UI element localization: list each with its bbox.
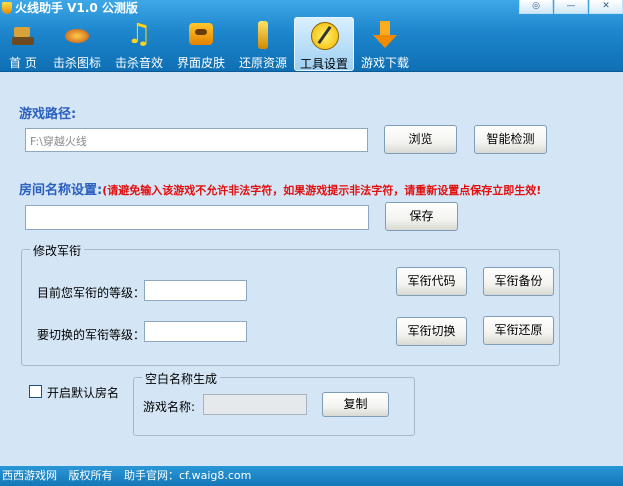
room-name-warning: (请避免输入该游戏不允许非法字符，如果游戏提示非法字符，请重新设置点保存立即生效… [102,184,542,197]
current-rank-label: 目前您军衔的等级： [37,286,146,300]
room-name-title: 房间名称设置:(请避免输入该游戏不允许非法字符，如果游戏提示非法字符，请重新设置… [19,179,541,198]
rank-code-button[interactable]: 军衔代码 [396,267,467,296]
rank-backup-button[interactable]: 军衔备份 [483,267,554,296]
game-path-title: 游戏路径: [19,107,77,122]
auto-detect-button[interactable]: 智能检测 [474,125,547,154]
close-button[interactable]: ✕ [589,0,623,14]
rank-switch-button[interactable]: 军衔切换 [396,317,467,346]
current-rank-input[interactable] [144,280,247,301]
nav-item-label: 首 页 [9,56,37,70]
switch-rank-label: 要切换的军衔等级： [37,328,146,342]
window-title: 火线助手 V1.0 公测版 [2,0,138,16]
skin-icon [186,19,216,51]
room-name-title-text: 房间名称设置: [19,183,103,198]
switch-rank-input[interactable] [144,321,247,342]
top-bar: 火线助手 V1.0 公测版 ◎ — ✕ 首 页 击杀图标 ♫ 击杀音效 界面皮肤… [0,0,623,72]
tool-settings-panel: 游戏路径: F:\穿越火线 浏览 智能检测 房间名称设置:(请避免输入该游戏不允… [0,72,623,466]
restore-icon [248,19,278,51]
nav-item-restore[interactable]: 还原资源 [232,17,294,71]
nav-item-kill-icon[interactable]: 击杀图标 [46,17,108,71]
window-controls: ◎ — ✕ [518,0,623,15]
nav-item-label: 工具设置 [299,57,348,71]
nav-item-label: 界面皮肤 [176,56,225,70]
status-site-name: 西西游戏网 [2,469,57,482]
rank-group: 修改军衔 目前您军衔的等级： 要切换的军衔等级： 军衔代码 军衔备份 军衔切换 … [21,242,560,366]
nav-item-home[interactable]: 首 页 [0,17,46,71]
default-room-checkbox[interactable] [29,385,42,398]
download-arrow-icon [370,19,400,51]
copy-button[interactable]: 复制 [322,392,389,417]
status-official-site[interactable]: 助手官网：cf.waig8.com [124,469,251,482]
nav-item-label: 还原资源 [238,56,287,70]
default-room-label: 开启默认房名 [47,386,120,400]
game-name-input[interactable] [203,394,307,415]
settings-window-button[interactable]: ◎ [519,0,553,14]
status-bar: 西西游戏网 版权所有 助手官网：cf.waig8.com [0,466,623,486]
nav-item-label: 游戏下载 [360,56,409,70]
main-nav: 首 页 击杀图标 ♫ 击杀音效 界面皮肤 还原资源 工具设置 游戏下载 [0,17,416,71]
blank-name-group: 空白名称生成 游戏名称: 复制 [133,370,415,436]
music-note-icon: ♫ [126,17,152,50]
save-button[interactable]: 保存 [385,202,458,231]
home-icon [8,19,38,51]
status-copyright: 版权所有 [68,469,113,482]
nav-item-label: 击杀图标 [52,56,101,70]
blank-name-legend: 空白名称生成 [142,370,221,387]
rank-restore-button[interactable]: 军衔还原 [483,316,554,345]
nav-item-download[interactable]: 游戏下载 [354,17,416,71]
nav-item-skin[interactable]: 界面皮肤 [170,17,232,71]
nav-item-label: 击杀音效 [114,56,163,70]
tool-icon [309,20,339,52]
kill-icon-icon [62,19,92,51]
minimize-button[interactable]: — [554,0,588,14]
rank-group-legend: 修改军衔 [30,242,85,259]
browse-button[interactable]: 浏览 [384,125,457,154]
app-logo-icon [2,2,12,14]
room-name-input[interactable] [25,205,369,230]
nav-item-tool-settings[interactable]: 工具设置 [294,17,354,71]
nav-item-kill-sound[interactable]: ♫ 击杀音效 [108,17,170,71]
game-path-input[interactable]: F:\穿越火线 [25,128,368,152]
game-name-label: 游戏名称: [143,400,196,414]
window-title-text: 火线助手 V1.0 公测版 [15,1,138,15]
